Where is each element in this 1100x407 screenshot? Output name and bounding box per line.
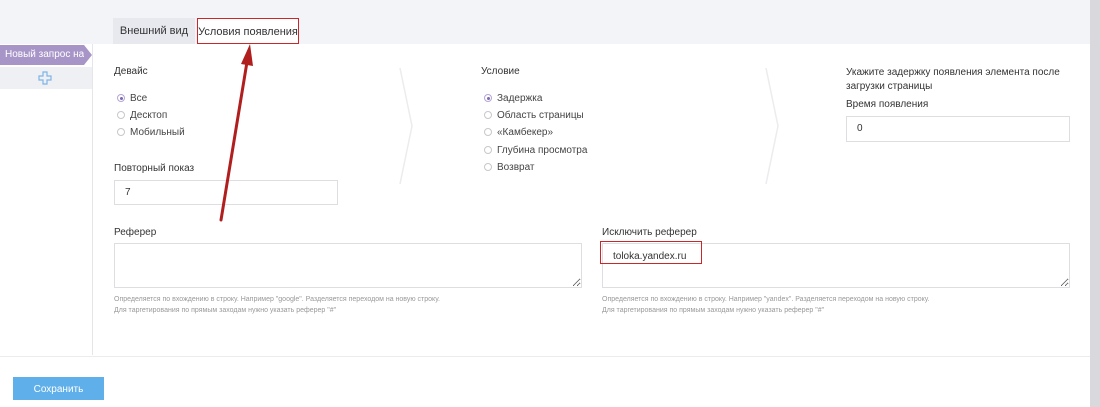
repeat-label: Повторный показ: [114, 163, 195, 174]
radio-icon[interactable]: [484, 163, 492, 171]
delay-description: Укажите задержку появления элемента посл…: [846, 67, 1060, 92]
exclude-referrer-textarea[interactable]: [602, 243, 1070, 288]
exclude-referrer-hint-2: Для таргетирования по прямым заходам нуж…: [602, 307, 825, 314]
radio-icon[interactable]: [484, 128, 492, 136]
tab-display-conditions[interactable]: Условия появления: [197, 18, 299, 44]
referrer-label: Реферер: [114, 227, 157, 238]
referrer-hint-2: Для таргетирования по прямым заходам нуж…: [114, 307, 337, 314]
condition-option-label: Глубина просмотра: [497, 145, 588, 156]
condition-label: Условие: [481, 66, 520, 77]
add-request-button[interactable]: [0, 67, 92, 89]
tab-appearance[interactable]: Внешний вид: [113, 18, 195, 44]
chevron-separator: [765, 67, 779, 185]
exclude-referrer-label: Исключить реферер: [602, 227, 697, 238]
sidebar-item-pointer: [84, 45, 92, 65]
page-scrollbar[interactable]: [1090, 0, 1100, 407]
save-button[interactable]: Сохранить: [13, 377, 104, 400]
radio-icon[interactable]: [117, 111, 125, 119]
radio-icon[interactable]: [484, 111, 492, 119]
requests-sidebar: Новый запрос на: [0, 44, 95, 355]
referrer-hint-1: Определяется по вхождению в строку. Напр…: [114, 296, 440, 303]
condition-option-label: «Камбекер»: [497, 127, 554, 138]
device-option-label: Десктоп: [130, 110, 168, 121]
chevron-separator: [399, 67, 413, 185]
referrer-textarea[interactable]: [114, 243, 582, 288]
device-label: Девайс: [114, 66, 148, 77]
radio-icon[interactable]: [117, 128, 125, 136]
radio-checked-icon[interactable]: [484, 94, 492, 102]
radio-icon[interactable]: [484, 146, 492, 154]
condition-option-label: Возврат: [497, 162, 535, 173]
exclude-referrer-hint-1: Определяется по вхождению в строку. Напр…: [602, 296, 930, 303]
delay-time-input[interactable]: 0: [846, 116, 1070, 142]
delay-time-label: Время появления: [846, 99, 929, 110]
plus-icon: [38, 71, 52, 85]
repeat-input[interactable]: 7: [114, 180, 338, 205]
sidebar-divider: [92, 44, 93, 355]
tab-bar: Внешний вид Условия появления: [0, 0, 1090, 44]
device-option-label: Все: [130, 93, 148, 104]
radio-checked-icon[interactable]: [117, 94, 125, 102]
device-option-label: Мобильный: [130, 127, 185, 138]
sidebar-item-new-request[interactable]: Новый запрос на: [0, 45, 84, 65]
condition-option-label: Область страницы: [497, 110, 584, 121]
condition-option-label: Задержка: [497, 93, 543, 104]
footer-divider: [0, 356, 1090, 357]
